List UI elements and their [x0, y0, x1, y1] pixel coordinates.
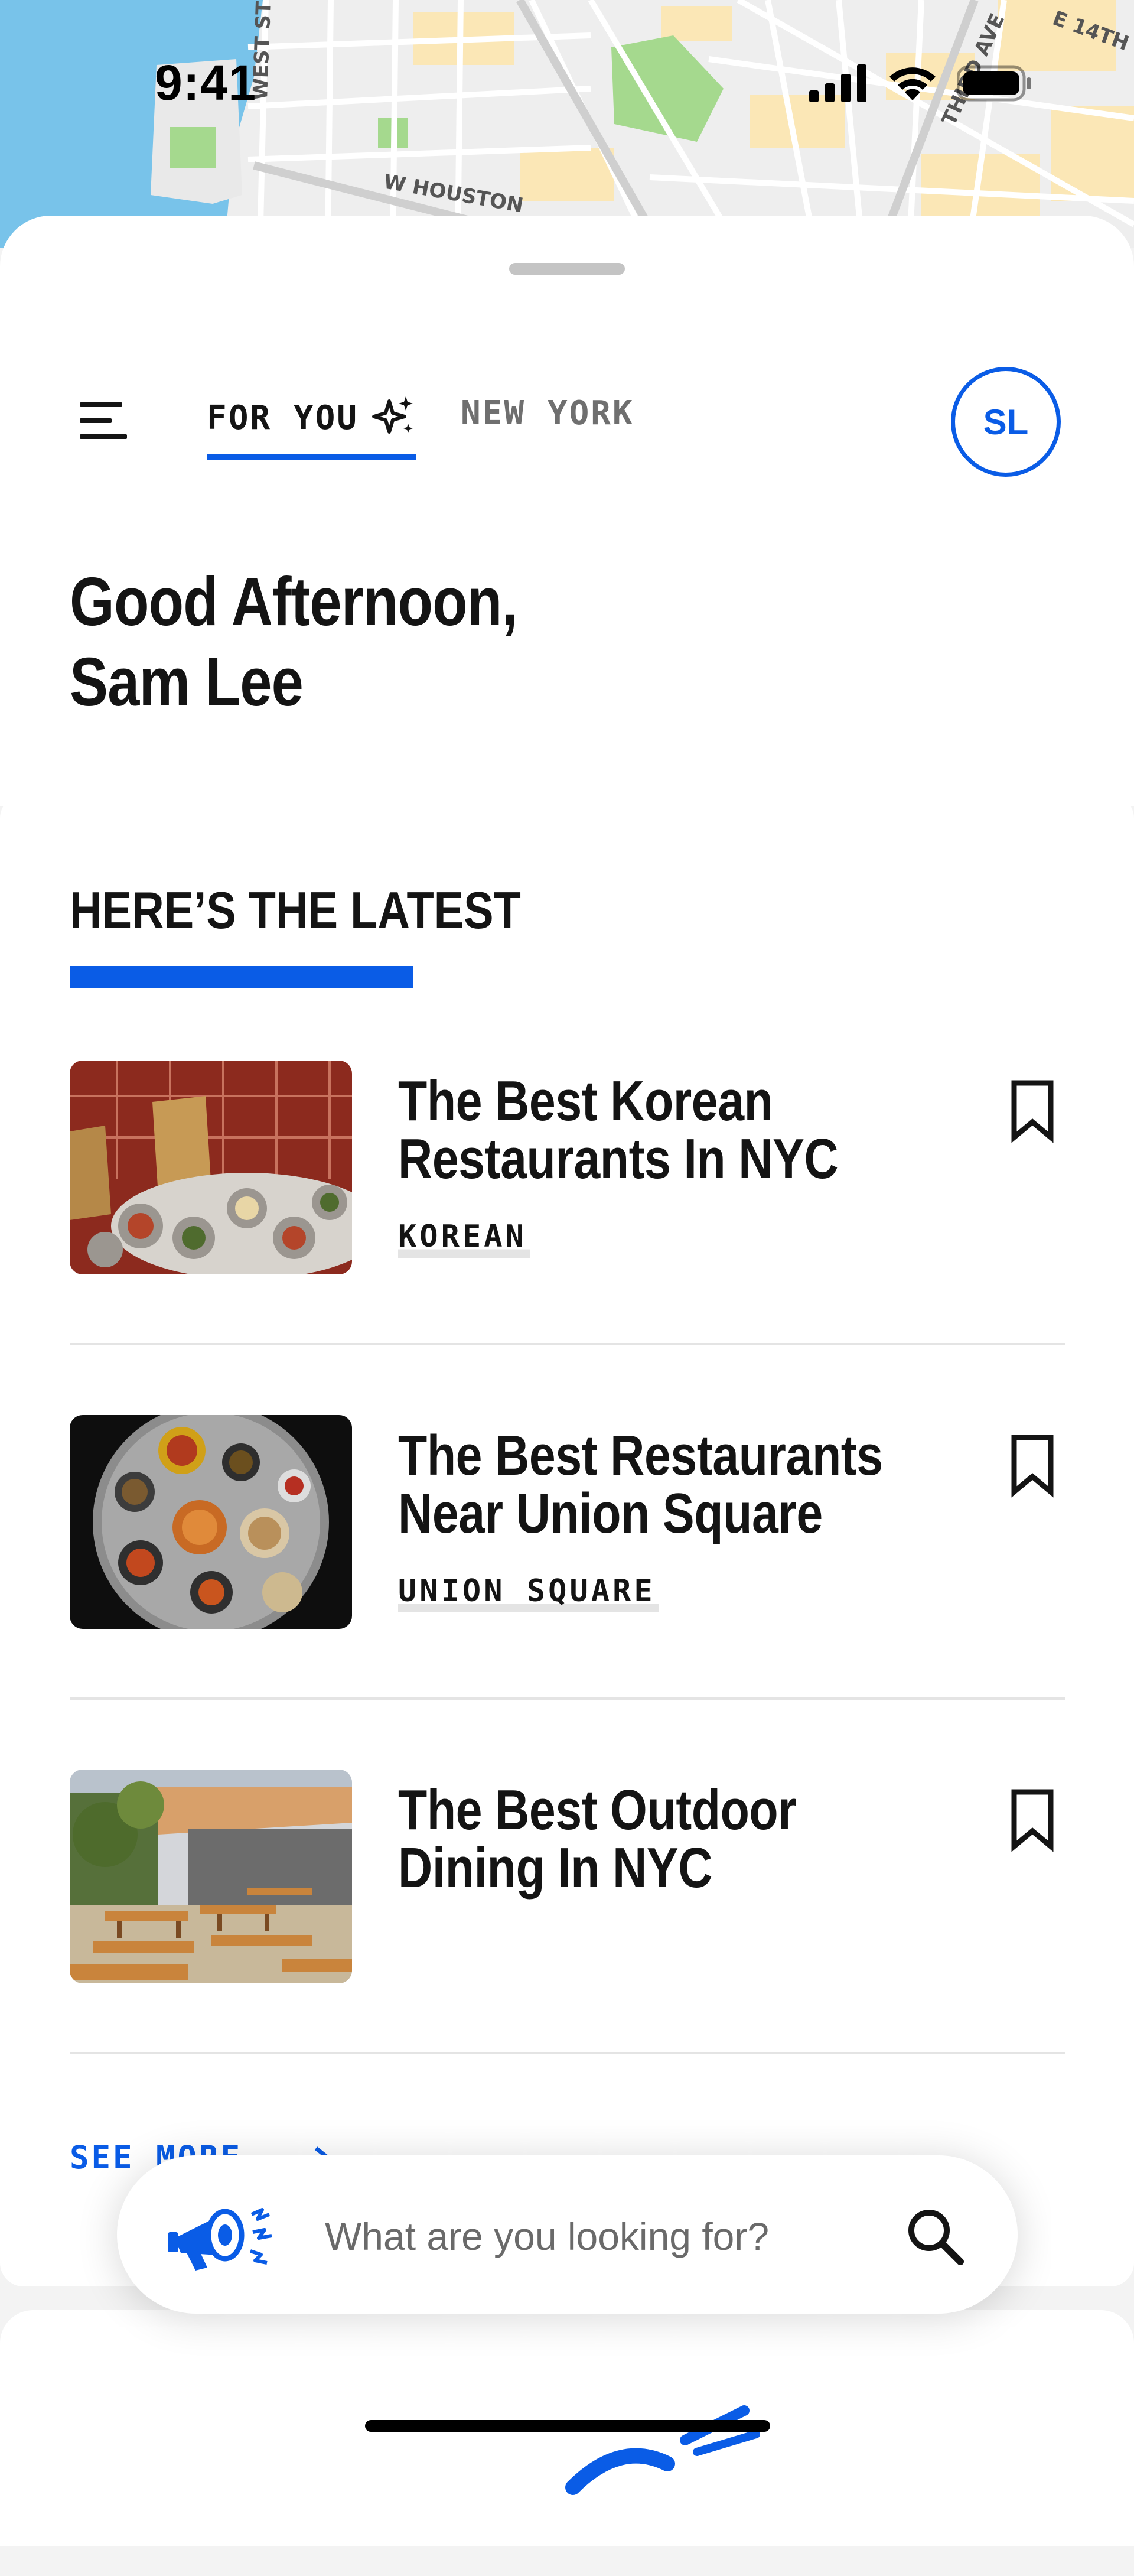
cellular-signal-icon — [809, 64, 866, 102]
status-bar: 9:41 — [0, 0, 1134, 165]
search-input[interactable] — [324, 2212, 917, 2260]
list-item[interactable]: The Best Korean Restaurants In NYC KOREA… — [70, 1061, 1065, 1415]
item-title[interactable]: The Best Korean Restaurants In NYC — [398, 1072, 894, 1188]
tab-new-york[interactable]: NEW YORK — [461, 394, 634, 432]
battery-icon — [957, 65, 1031, 102]
search-bar[interactable] — [117, 2155, 1018, 2314]
tab-for-you-label: FOR YOU — [207, 398, 359, 437]
divider — [70, 2052, 1065, 2054]
search-icon[interactable] — [902, 2204, 967, 2269]
list-item[interactable]: The Best Outdoor Dining In NYC — [70, 1770, 1065, 2124]
wifi-icon — [889, 67, 936, 100]
greeting: Good Afternoon, Sam Lee — [70, 561, 665, 722]
status-time: 9:41 — [155, 55, 257, 110]
home-indicator — [365, 2420, 770, 2432]
item-title[interactable]: The Best Outdoor Dining In NYC — [398, 1781, 894, 1897]
sparkles-icon — [372, 396, 413, 434]
greeting-name: Sam Lee — [70, 643, 304, 720]
megaphone-icon[interactable] — [163, 2197, 281, 2273]
greeting-line-1: Good Afternoon, — [70, 563, 518, 640]
bottom-sheet: FOR YOU NEW YORK SL Good Afternoon, Sam … — [0, 216, 1134, 806]
bookmark-icon[interactable] — [1006, 1787, 1059, 1852]
sheet-grabber[interactable] — [509, 263, 625, 275]
latest-section: HERE’S THE LATEST The Best Korean Restau… — [0, 795, 1134, 2286]
item-thumbnail[interactable] — [70, 1061, 352, 1274]
divider — [70, 1697, 1065, 1700]
section-title-underline — [70, 966, 413, 988]
section-title: HERE’S THE LATEST — [70, 881, 521, 939]
status-icons — [809, 64, 1034, 103]
item-title[interactable]: The Best Restaurants Near Union Square — [398, 1427, 894, 1543]
tab-selected-underline — [207, 454, 416, 460]
item-tag[interactable]: KOREAN — [398, 1219, 530, 1258]
bookmark-icon[interactable] — [1006, 1078, 1059, 1143]
list-item[interactable]: The Best Restaurants Near Union Square U… — [70, 1415, 1065, 1770]
divider — [70, 1343, 1065, 1345]
item-thumbnail[interactable] — [70, 1770, 352, 1983]
item-tag[interactable]: UNION SQUARE — [398, 1573, 659, 1612]
item-thumbnail[interactable] — [70, 1415, 352, 1629]
hamburger-menu-icon[interactable] — [80, 399, 127, 443]
tab-for-you[interactable]: FOR YOU — [207, 394, 418, 460]
avatar[interactable]: SL — [951, 367, 1061, 477]
bookmark-icon[interactable] — [1006, 1433, 1059, 1498]
